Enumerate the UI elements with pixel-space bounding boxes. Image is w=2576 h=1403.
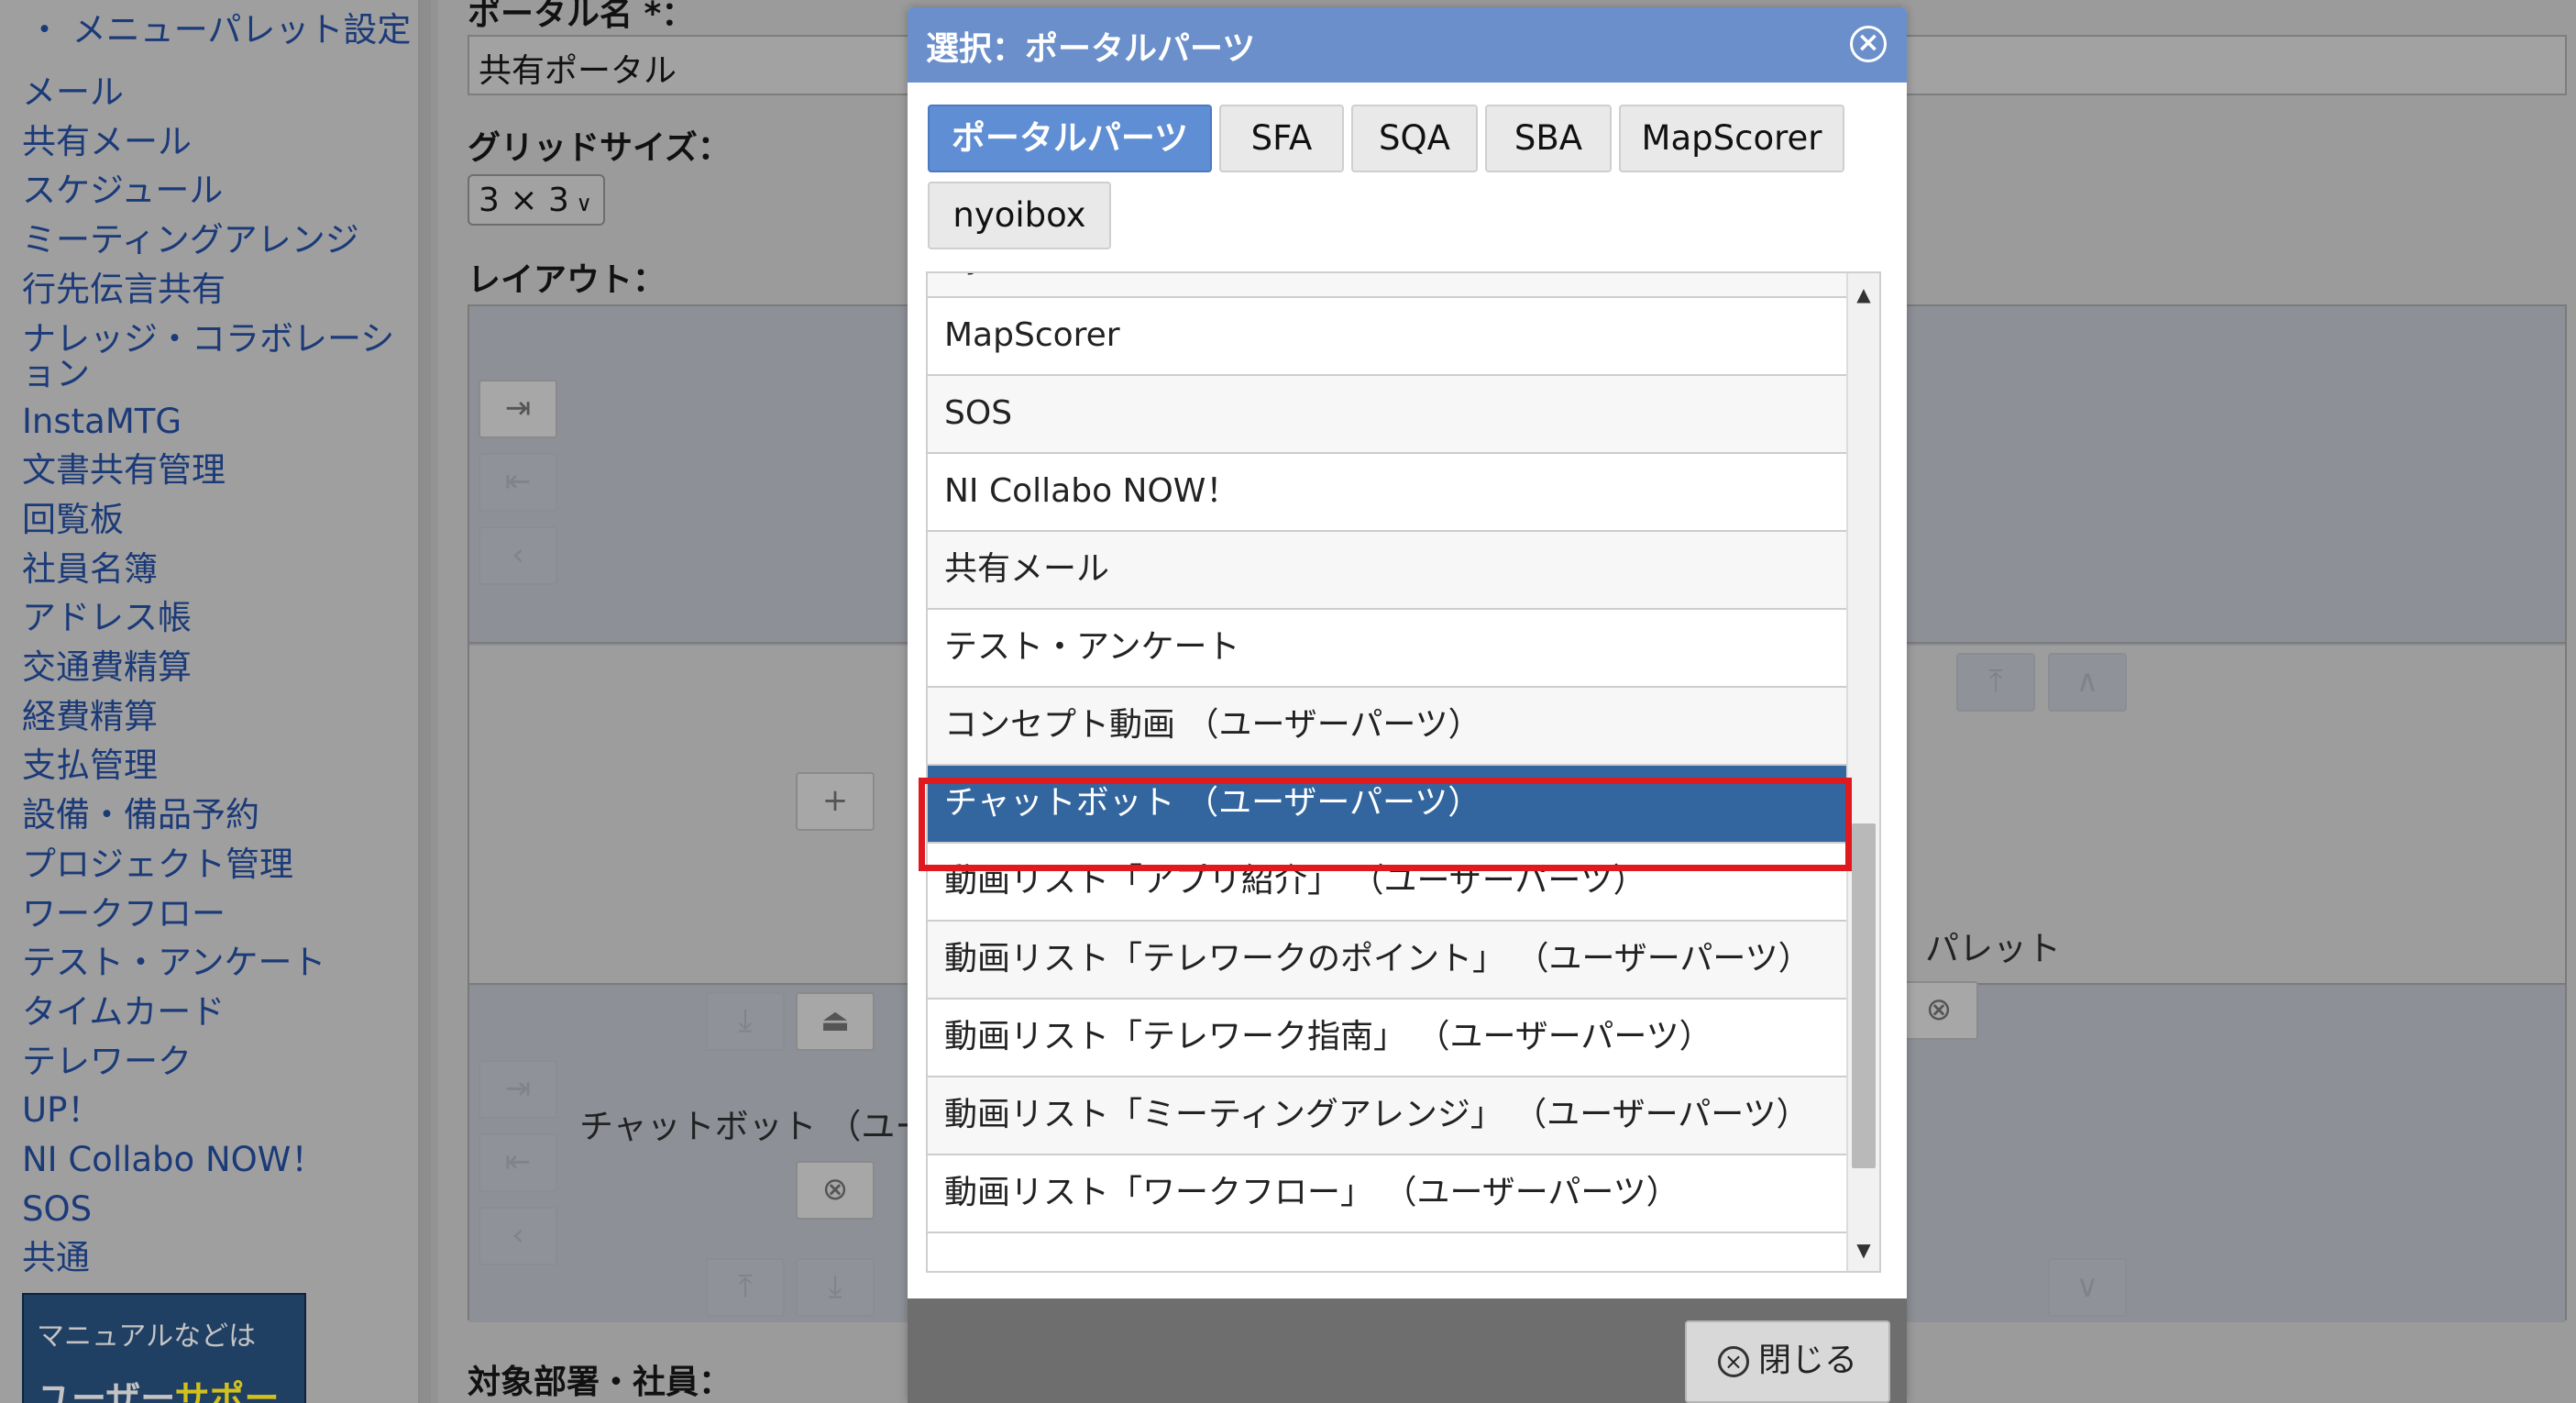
list-item[interactable]: 動画リスト「アプリ紹介」 （ユーザーパーツ） xyxy=(928,844,1848,922)
close-button[interactable]: × 閉じる xyxy=(1685,1320,1890,1403)
dialog-header: 選択：ポータルパーツ × xyxy=(908,7,1907,83)
tab-mapscorer[interactable]: MapScorer xyxy=(1619,105,1844,172)
user-support-banner[interactable]: マニュアルなどは ユーザーサポート xyxy=(22,1293,306,1403)
sidebar-item-meeting-arrange[interactable]: ミーティングアレンジ xyxy=(22,215,407,265)
move-left-icon-2[interactable]: ‹ xyxy=(479,1207,557,1265)
grid-size-select[interactable]: 3 × 3 ∨ xyxy=(468,174,605,226)
sidebar-item-payment[interactable]: 支払管理 xyxy=(22,741,407,790)
sidebar-item-timecard[interactable]: タイムカード xyxy=(22,988,407,1037)
dialog-title: 選択：ポータルパーツ xyxy=(926,30,1256,68)
sidebar-item-shared-mail[interactable]: 共有メール xyxy=(22,117,407,167)
sidebar-item-message[interactable]: 行先伝言共有 xyxy=(22,265,407,315)
scrollbar-thumb[interactable] xyxy=(1852,823,1876,1168)
portal-parts-list-rows: nyoibox MapScorer SOS NI Collabo NOW！ 共有… xyxy=(928,273,1848,1233)
list-item[interactable]: 共有メール xyxy=(928,532,1848,610)
list-scrollbar[interactable]: ▲ ▼ xyxy=(1846,273,1879,1271)
sidebar-item-documents[interactable]: 文書共有管理 xyxy=(22,446,407,495)
close-circle-icon: × xyxy=(1717,1346,1749,1377)
list-item-selected[interactable]: チャットボット （ユーザーパーツ） xyxy=(928,766,1848,844)
list-item[interactable]: MapScorer xyxy=(928,298,1848,376)
move-bottom-icon[interactable]: ⤓ xyxy=(706,992,785,1051)
list-item[interactable]: 動画リスト「ミーティングアレンジ」 （ユーザーパーツ） xyxy=(928,1077,1848,1155)
grid-size-label: グリッドサイズ： xyxy=(468,129,731,167)
close-icon[interactable]: × xyxy=(1850,26,1887,62)
portal-name-label: ポータル名 *： xyxy=(468,0,695,33)
remove-part-icon-2[interactable]: ⊗ xyxy=(1899,981,1978,1040)
banner-title: ユーザーサポート xyxy=(37,1378,280,1403)
sidebar-item-common[interactable]: 共通 xyxy=(22,1233,407,1283)
list-item[interactable]: 動画リスト「テレワークのポイント」 （ユーザーパーツ） xyxy=(928,922,1848,1000)
add-part-button[interactable]: + xyxy=(796,772,875,831)
move-top-icon-2[interactable]: ⤒ xyxy=(706,1258,785,1317)
placed-part-label: チャットボット （ユーザ xyxy=(579,1107,963,1146)
sidebar-item-workflow[interactable]: ワークフロー xyxy=(22,889,407,939)
list-item[interactable]: NI Collabo NOW！ xyxy=(928,454,1848,532)
tab-sqa[interactable]: SQA xyxy=(1351,105,1478,172)
move-right-end-icon[interactable]: ⇥ xyxy=(479,380,557,438)
scroll-up-icon[interactable]: ▲ xyxy=(1848,279,1879,310)
list-item[interactable]: 動画リスト「テレワーク指南」 （ユーザーパーツ） xyxy=(928,1000,1848,1077)
sidebar-item-schedule[interactable]: スケジュール xyxy=(22,166,407,215)
list-item[interactable]: 動画リスト「ワークフロー」 （ユーザーパーツ） xyxy=(928,1155,1848,1233)
grid-size-value: 3 × 3 xyxy=(479,182,569,219)
sidebar-item-test-survey[interactable]: テスト・アンケート xyxy=(22,938,407,988)
sidebar: ・ メニューパレット設定 メール 共有メール スケジュール ミーティングアレンジ… xyxy=(0,0,420,1403)
portal-parts-list: nyoibox MapScorer SOS NI Collabo NOW！ 共有… xyxy=(926,271,1881,1273)
move-up-icon[interactable]: ∧ xyxy=(2048,653,2127,712)
move-right-end-icon-2[interactable]: ⇥ xyxy=(479,1060,557,1119)
move-top-icon[interactable]: ⤒ xyxy=(1956,653,2035,712)
scroll-down-icon[interactable]: ▼ xyxy=(1848,1234,1879,1265)
move-down-icon-2[interactable]: ∨ xyxy=(2048,1258,2127,1317)
move-left-end-icon-2[interactable]: ⇤ xyxy=(479,1133,557,1192)
target-label: 対象部署・社員： xyxy=(468,1364,732,1401)
list-item[interactable]: SOS xyxy=(928,376,1848,454)
portal-part-select-dialog: 選択：ポータルパーツ × ポータルパーツ SFA SQA SBA MapScor… xyxy=(908,7,1907,1403)
move-left-end-icon[interactable]: ⇤ xyxy=(479,453,557,512)
tab-portal-parts[interactable]: ポータルパーツ xyxy=(928,105,1212,172)
dialog-footer: × 閉じる xyxy=(908,1298,1907,1403)
sidebar-item-employee-list[interactable]: 社員名簿 xyxy=(22,545,407,594)
palette-label: パレット xyxy=(1925,929,2061,968)
chevron-down-icon: ∨ xyxy=(576,191,592,216)
sidebar-item-project[interactable]: プロジェクト管理 xyxy=(22,840,407,889)
sidebar-menu: メール 共有メール スケジュール ミーティングアレンジ 行先伝言共有 ナレッジ・… xyxy=(22,68,407,1283)
list-item[interactable]: コンセプト動画 （ユーザーパーツ） xyxy=(928,688,1848,766)
sidebar-item-mail[interactable]: メール xyxy=(22,68,407,117)
tab-sfa[interactable]: SFA xyxy=(1219,105,1344,172)
sidebar-item-address-book[interactable]: アドレス帳 xyxy=(22,593,407,643)
list-item[interactable]: nyoibox xyxy=(928,273,1848,298)
tab-sba[interactable]: SBA xyxy=(1485,105,1612,172)
sidebar-item-knowledge[interactable]: ナレッジ・コラボレーション xyxy=(22,315,407,397)
sidebar-item-facility[interactable]: 設備・備品予約 xyxy=(22,790,407,840)
sidebar-item-instamtg[interactable]: InstaMTG xyxy=(22,397,407,447)
sidebar-menu-palette-setting[interactable]: ・ メニューパレット設定 xyxy=(28,2,411,51)
eject-up-icon[interactable]: ⏏ xyxy=(796,992,875,1051)
close-button-label: 閉じる xyxy=(1757,1342,1857,1379)
sidebar-item-up[interactable]: UP！ xyxy=(22,1086,407,1135)
remove-part-icon[interactable]: ⊗ xyxy=(796,1161,875,1220)
move-down-icon[interactable]: ⤓ xyxy=(796,1258,875,1317)
banner-caption: マニュアルなどは xyxy=(37,1320,257,1353)
sidebar-item-ni-collabo-now[interactable]: NI Collabo NOW！ xyxy=(22,1135,407,1185)
list-item[interactable]: テスト・アンケート xyxy=(928,610,1848,688)
sidebar-item-expense[interactable]: 経費精算 xyxy=(22,692,407,742)
sidebar-item-transport-expense[interactable]: 交通費精算 xyxy=(22,643,407,692)
sidebar-item-telework[interactable]: テレワーク xyxy=(22,1037,407,1087)
sidebar-item-circular[interactable]: 回覧板 xyxy=(22,495,407,545)
tab-nyoibox[interactable]: nyoibox xyxy=(928,182,1111,249)
move-left-icon[interactable]: ‹ xyxy=(479,526,557,585)
sidebar-item-sos[interactable]: SOS xyxy=(22,1185,407,1234)
layout-label: レイアウト： xyxy=(468,261,666,299)
